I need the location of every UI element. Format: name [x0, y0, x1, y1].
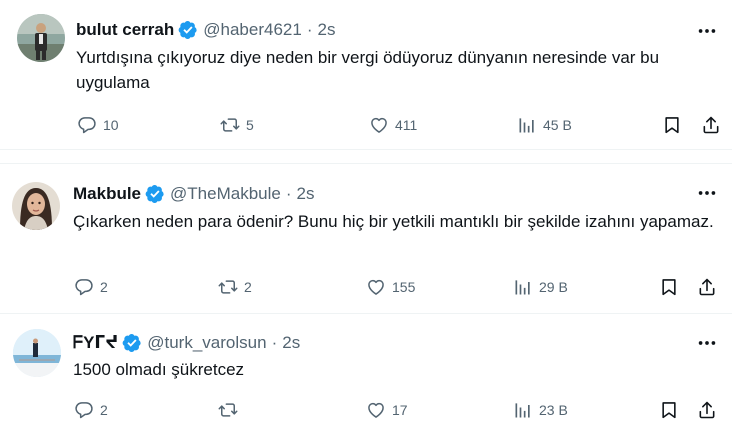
retweet-count: 2: [244, 279, 252, 295]
reply-count: 2: [100, 279, 108, 295]
user-handle[interactable]: @TheMakbule: [170, 184, 281, 204]
timestamp[interactable]: 2s: [317, 20, 335, 40]
separator: ·: [306, 20, 313, 39]
tweet-header: ᖴYᒥᔪ @turk_varolsun · 2s: [73, 331, 300, 355]
like-button[interactable]: 411: [369, 113, 417, 137]
tweet[interactable]: Makbule @TheMakbule · 2s Çıkarken neden …: [0, 163, 732, 313]
more-icon[interactable]: [696, 20, 718, 42]
timestamp[interactable]: 2s: [282, 333, 300, 353]
like-count: 411: [395, 117, 418, 133]
view-count: 23 B: [539, 402, 568, 418]
share-icon: [697, 277, 717, 297]
reply-count: 10: [103, 117, 119, 133]
bookmark-button[interactable]: [662, 113, 682, 137]
reply-button[interactable]: 10: [77, 113, 119, 137]
share-button[interactable]: [697, 398, 717, 422]
views-button[interactable]: 45 B: [517, 113, 572, 137]
tweet[interactable]: ᖴYᒥᔪ @turk_varolsun · 2s 1500 olmadı şük…: [0, 313, 732, 431]
like-icon: [366, 277, 386, 297]
tweet-header: Makbule @TheMakbule · 2s: [73, 182, 314, 206]
avatar-image: [17, 14, 65, 62]
reply-count: 2: [100, 402, 108, 418]
bookmark-button[interactable]: [659, 275, 679, 299]
bookmark-button[interactable]: [659, 398, 679, 422]
reply-icon: [74, 400, 94, 420]
like-button[interactable]: 17: [366, 398, 408, 422]
avatar[interactable]: [13, 329, 61, 377]
display-name[interactable]: bulut cerrah: [76, 20, 174, 40]
separator: ·: [285, 184, 292, 203]
action-bar: 2 2 155 29 B: [0, 275, 732, 299]
avatar[interactable]: [17, 14, 65, 62]
bookmark-icon: [659, 400, 679, 420]
separator: ·: [271, 333, 278, 352]
like-button[interactable]: 155: [366, 275, 415, 299]
view-count: 29 B: [539, 279, 568, 295]
retweet-icon: [218, 400, 238, 420]
tweet[interactable]: bulut cerrah @haber4621 · 2s Yurtdışına …: [0, 0, 732, 149]
action-bar: 2 17 23 B: [0, 398, 732, 422]
avatar-image: [12, 182, 60, 230]
reply-icon: [77, 115, 97, 135]
display-name[interactable]: ᖴYᒥᔪ: [73, 333, 118, 353]
reply-button[interactable]: 2: [74, 398, 108, 422]
retweet-icon: [220, 115, 240, 135]
views-icon: [513, 277, 533, 297]
bookmark-icon: [659, 277, 679, 297]
user-handle[interactable]: @turk_varolsun: [147, 333, 266, 353]
like-icon: [366, 400, 386, 420]
view-count: 45 B: [543, 117, 572, 133]
timestamp[interactable]: 2s: [297, 184, 315, 204]
tweet-header: bulut cerrah @haber4621 · 2s: [76, 18, 335, 42]
tweet-text: 1500 olmadı şükretcez: [73, 360, 245, 379]
views-button[interactable]: 29 B: [513, 275, 568, 299]
like-icon: [369, 115, 389, 135]
share-button[interactable]: [701, 113, 721, 137]
bookmark-icon: [662, 115, 682, 135]
more-icon[interactable]: [696, 332, 718, 354]
retweet-button[interactable]: 2: [218, 275, 252, 299]
display-name[interactable]: Makbule: [73, 184, 141, 204]
divider: [0, 149, 732, 163]
retweet-button[interactable]: 5: [220, 113, 254, 137]
avatar[interactable]: [12, 182, 60, 230]
user-handle[interactable]: @haber4621: [203, 20, 302, 40]
verified-badge-icon[interactable]: [178, 20, 198, 40]
tweet-text: Çıkarken neden para ödenir? Bunu hiç bir…: [73, 212, 714, 231]
tweet-text: Yurtdışına çıkıyoruz diye neden bir verg…: [76, 48, 660, 92]
tweet-feed: bulut cerrah @haber4621 · 2s Yurtdışına …: [0, 0, 732, 431]
views-icon: [513, 400, 533, 420]
retweet-count: 5: [246, 117, 254, 133]
more-icon[interactable]: [696, 182, 718, 204]
verified-badge-icon[interactable]: [145, 184, 165, 204]
reply-icon: [74, 277, 94, 297]
like-count: 17: [392, 402, 408, 418]
action-bar: 10 5 411 45 B: [0, 113, 732, 137]
views-button[interactable]: 23 B: [513, 398, 568, 422]
verified-badge-icon[interactable]: [122, 333, 142, 353]
retweet-icon: [218, 277, 238, 297]
retweet-button[interactable]: [218, 398, 244, 422]
share-icon: [697, 400, 717, 420]
share-icon: [701, 115, 721, 135]
views-icon: [517, 115, 537, 135]
like-count: 155: [392, 279, 416, 295]
share-button[interactable]: [697, 275, 717, 299]
avatar-image: [13, 329, 61, 377]
reply-button[interactable]: 2: [74, 275, 108, 299]
